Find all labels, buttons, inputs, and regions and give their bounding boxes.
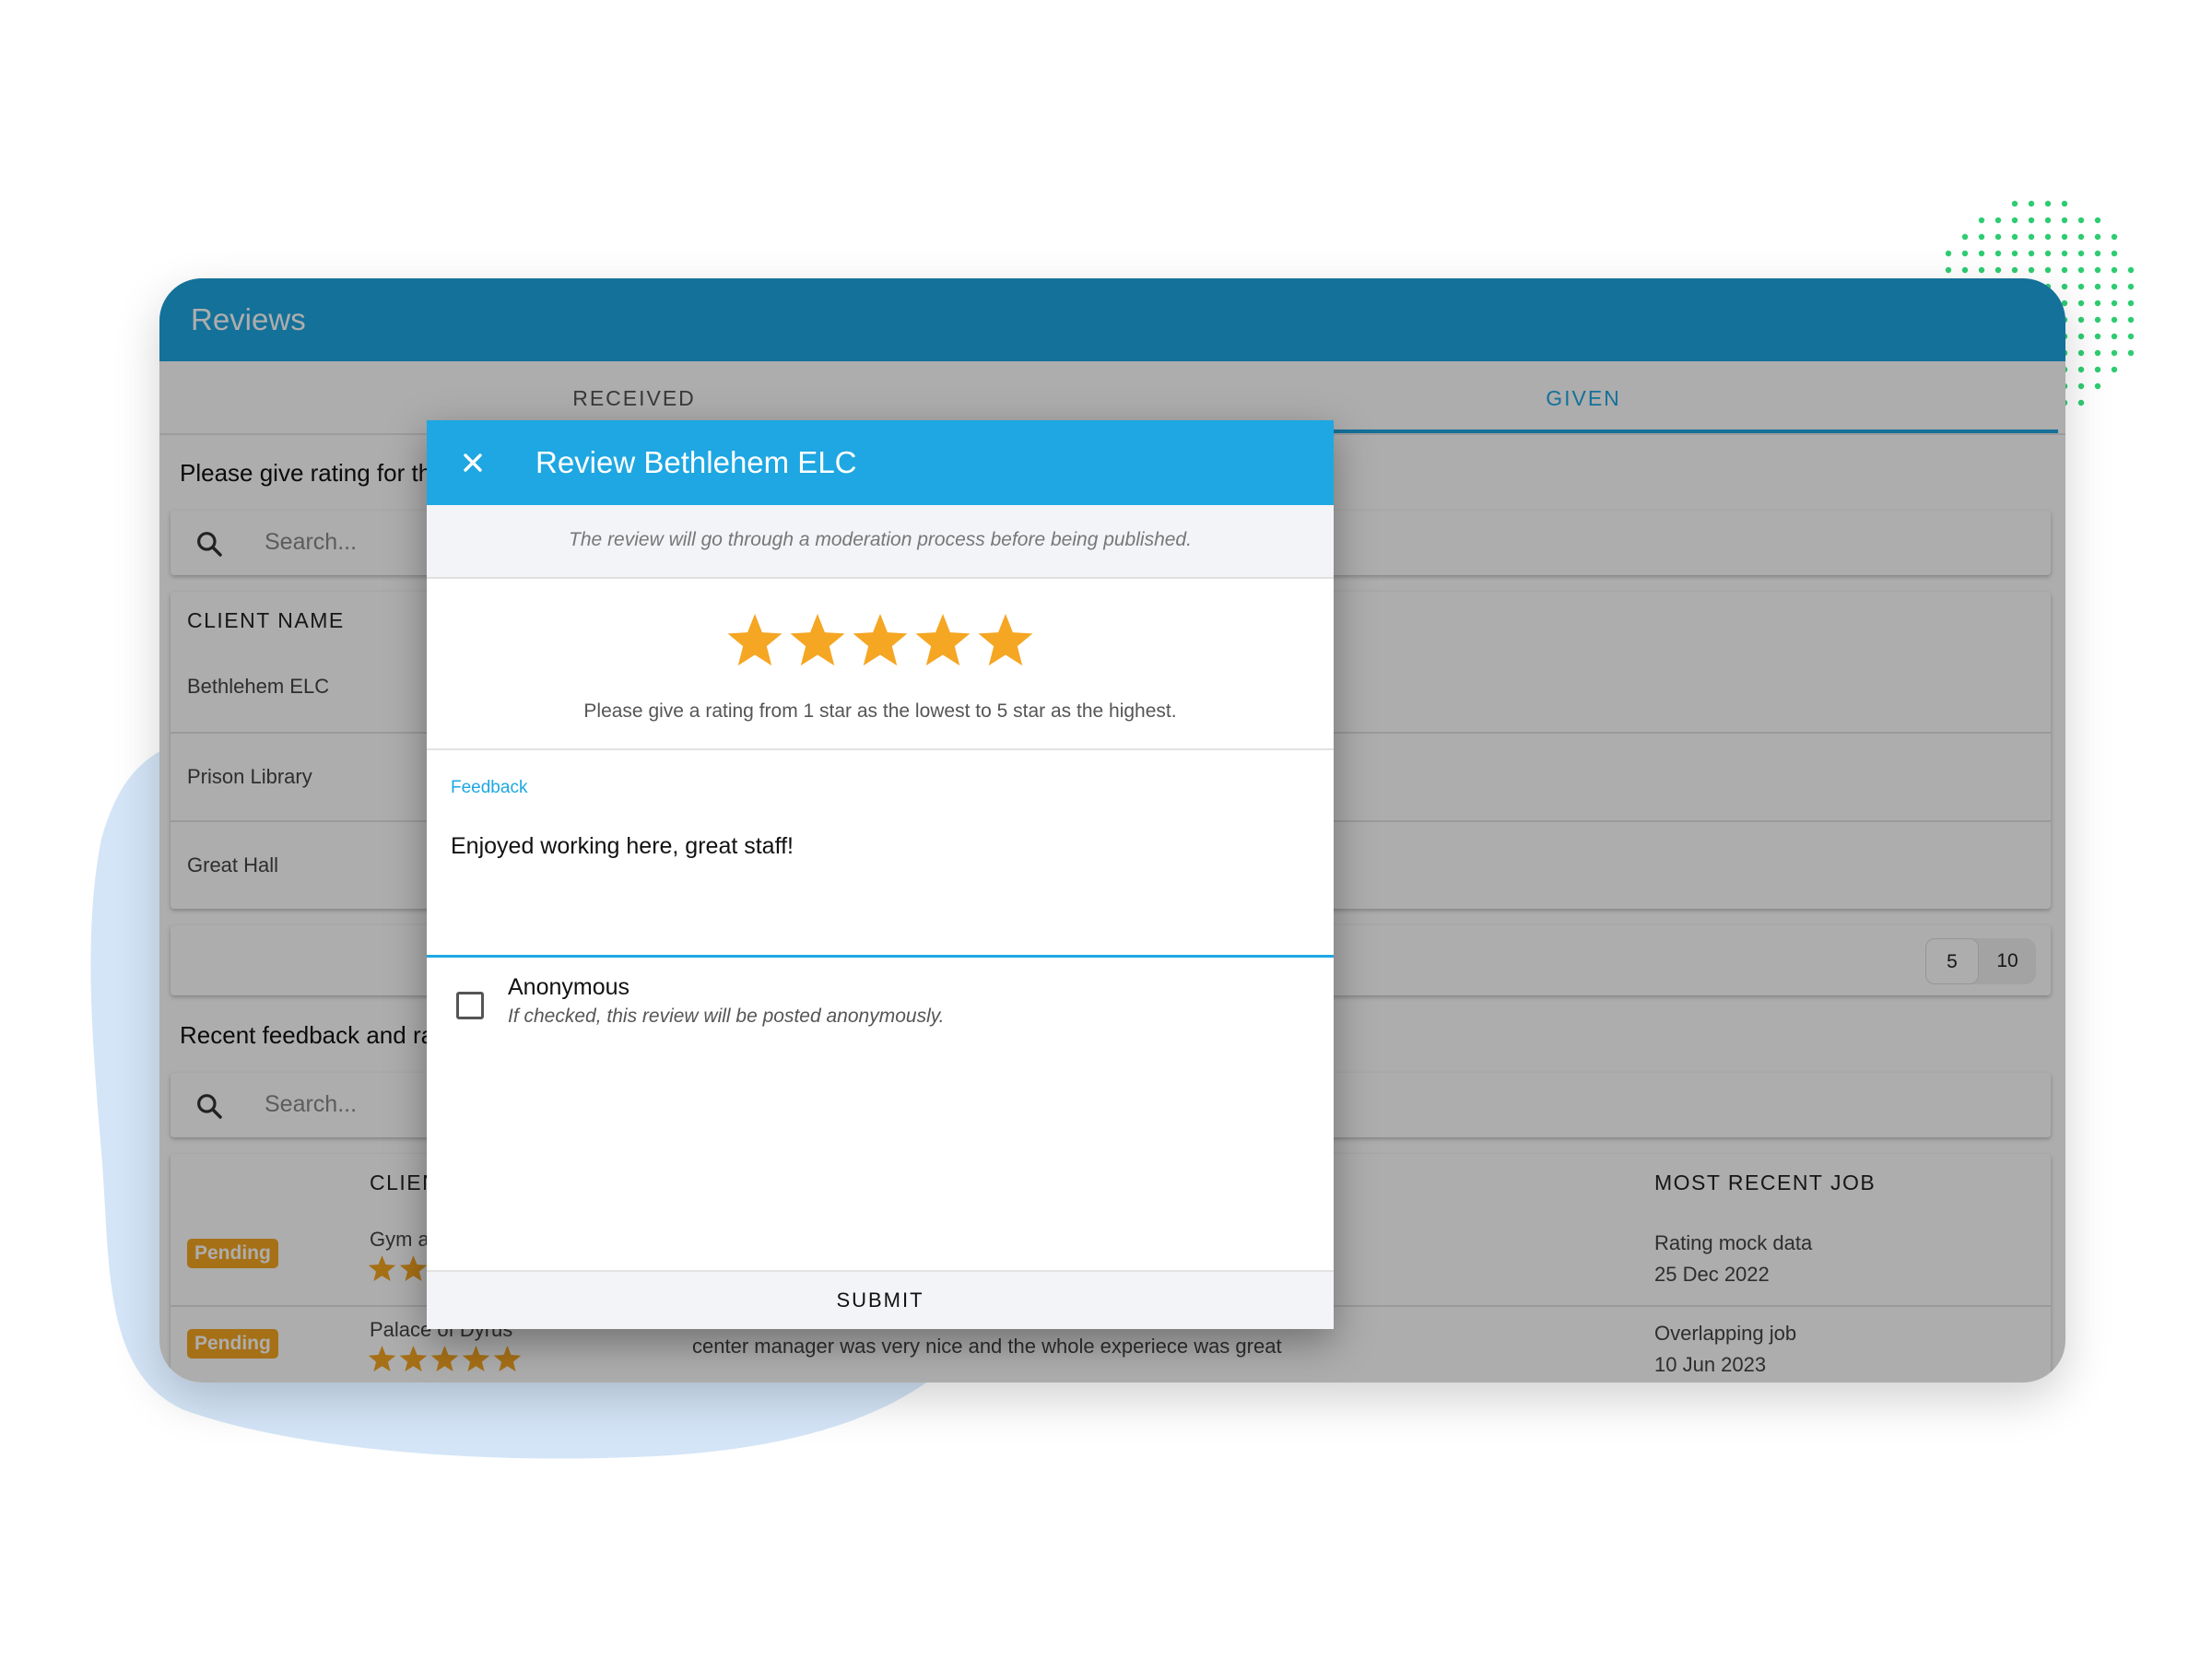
feedback-textarea[interactable]: Enjoyed working here, great staff! [451, 833, 794, 860]
submit-button[interactable]: SUBMIT [427, 1272, 1334, 1329]
dialog-header: Review Bethlehem ELC [427, 420, 1334, 505]
close-icon[interactable] [451, 441, 495, 485]
rating-input[interactable] [726, 612, 1035, 677]
review-dialog: Review Bethlehem ELC The review will go … [427, 420, 1334, 1329]
anonymous-help-text: If checked, this review will be posted a… [508, 1006, 945, 1027]
feedback-label: Feedback [451, 778, 528, 797]
star-icon [915, 614, 971, 666]
page-stage: Reviews RECEIVED GIVEN Please give ratin… [0, 0, 2212, 1659]
star-icon [853, 614, 908, 666]
star-icon [978, 614, 1033, 666]
feedback-underline [427, 955, 1334, 958]
moderation-notice: The review will go through a moderation … [427, 505, 1334, 579]
dialog-title: Review Bethlehem ELC [535, 445, 857, 479]
moderation-notice-text: The review will go through a moderation … [569, 529, 1192, 550]
anonymous-label[interactable]: Anonymous [508, 974, 629, 1001]
rating-hint: Please give a rating from 1 star as the … [583, 700, 1177, 722]
rating-section: Please give a rating from 1 star as the … [427, 579, 1334, 750]
star-icon [790, 614, 845, 666]
dialog-footer: SUBMIT [427, 1270, 1334, 1329]
star-icon [727, 614, 782, 666]
anonymous-checkbox[interactable] [456, 992, 484, 1019]
